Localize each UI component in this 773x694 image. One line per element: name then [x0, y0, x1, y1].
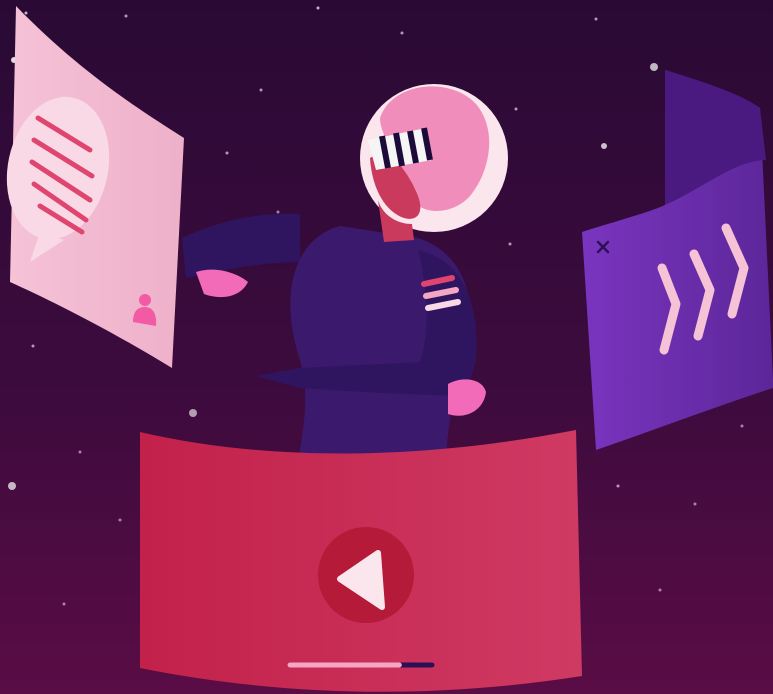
vr-astronaut-illustration [0, 0, 773, 694]
video-player-panel[interactable] [140, 430, 582, 692]
play-button-icon[interactable] [318, 527, 414, 623]
illustration-canvas [0, 0, 773, 694]
